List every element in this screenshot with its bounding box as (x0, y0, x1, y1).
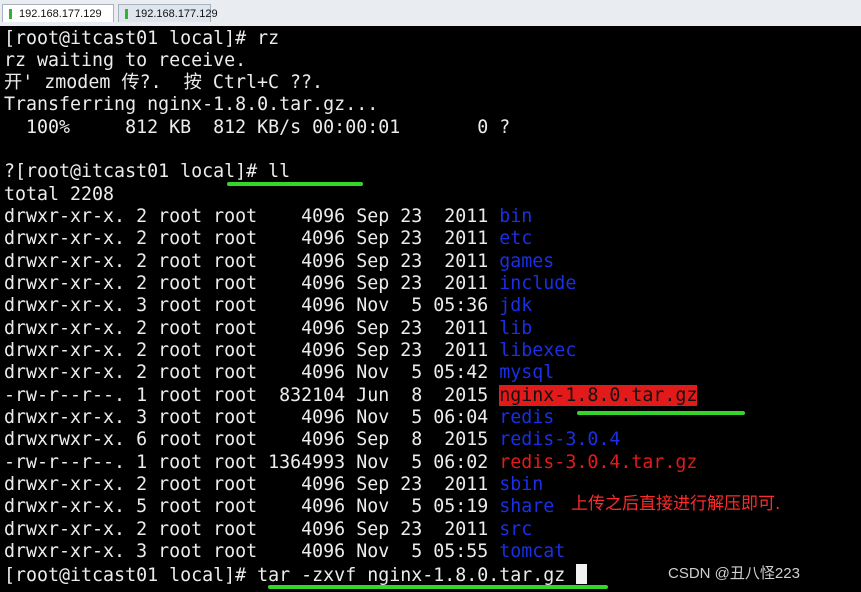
highlight-underline (577, 411, 745, 415)
listing-row: drwxr-xr-x. 2 root root 4096 Sep 23 2011… (4, 318, 532, 340)
highlight-underline (268, 585, 608, 589)
listing-meta: drwxr-xr-x. 2 root root 4096 Sep 23 2011 (4, 251, 500, 272)
listing-row: drwxr-xr-x. 5 root root 4096 Nov 5 05:19… (4, 496, 554, 518)
listing-filename: jdk (499, 295, 533, 316)
listing-row: drwxrwxr-x. 6 root root 4096 Sep 8 2015 … (4, 429, 620, 451)
terminal-line: total 2208 (4, 184, 115, 205)
listing-meta: drwxr-xr-x. 2 root root 4096 Sep 23 2011 (4, 228, 500, 249)
listing-row: -rw-r--r--. 1 root root 832104 Jun 8 201… (4, 385, 698, 407)
listing-row: drwxr-xr-x. 2 root root 4096 Sep 23 2011… (4, 228, 532, 250)
terminal-line: rz waiting to receive. (4, 50, 247, 71)
listing-filename: share (499, 496, 555, 517)
listing-row: drwxr-xr-x. 2 root root 4096 Sep 23 2011… (4, 474, 543, 496)
listing-filename: libexec (499, 340, 577, 361)
listing-row: drwxr-xr-x. 2 root root 4096 Sep 23 2011… (4, 340, 576, 362)
annotation-note: 上传之后直接进行解压即可. (571, 494, 781, 514)
command-prompt-line[interactable]: [root@itcast01 local]# tar -zxvf nginx-1… (4, 564, 588, 586)
listing-filename: redis (499, 407, 555, 428)
listing-row: drwxr-xr-x. 3 root root 4096 Nov 5 05:55… (4, 541, 565, 563)
listing-meta: drwxr-xr-x. 2 root root 4096 Sep 23 2011 (4, 273, 500, 294)
session-tab-bar: 192.168.177.129 (3) 192.168.177.129 (0, 0, 861, 38)
listing-filename: sbin (499, 474, 544, 495)
listing-filename: redis-3.0.4 (499, 429, 621, 450)
listing-row: drwxr-xr-x. 3 root root 4096 Nov 5 05:36… (4, 295, 532, 317)
listing-meta: drwxr-xr-x. 2 root root 4096 Sep 23 2011 (4, 340, 500, 361)
listing-row: drwxr-xr-x. 2 root root 4096 Sep 23 2011… (4, 519, 532, 541)
listing-filename: games (499, 251, 555, 272)
listing-meta: drwxr-xr-x. 5 root root 4096 Nov 5 05:19 (4, 496, 500, 517)
listing-meta: drwxr-xr-x. 2 root root 4096 Sep 23 2011 (4, 519, 500, 540)
listing-filename: etc (499, 228, 533, 249)
text-cursor (576, 564, 588, 584)
listing-filename: lib (499, 318, 533, 339)
listing-row: drwxr-xr-x. 2 root root 4096 Sep 23 2011… (4, 206, 532, 228)
listing-filename: include (499, 273, 577, 294)
listing-filename: redis-3.0.4.tar.gz (499, 452, 698, 473)
listing-meta: drwxr-xr-x. 3 root root 4096 Nov 5 05:55 (4, 541, 500, 562)
highlight-underline (227, 182, 363, 186)
terminal-line: ?[root@itcast01 local]# ll (4, 161, 291, 182)
listing-filename-highlighted: nginx-1.8.0.tar.gz (499, 385, 698, 406)
listing-filename: mysql (499, 362, 555, 383)
listing-meta: -rw-r--r--. 1 root root 1364993 Nov 5 06… (4, 452, 500, 473)
terminal-line: [root@itcast01 local]# rz (4, 28, 280, 49)
listing-filename: tomcat (499, 541, 566, 562)
listing-meta: drwxrwxr-x. 6 root root 4096 Sep 8 2015 (4, 429, 500, 450)
session-tab-label: 192.168.177.129 (135, 8, 218, 20)
listing-meta: drwxr-xr-x. 2 root root 4096 Sep 23 2011 (4, 206, 500, 227)
listing-row: drwxr-xr-x. 2 root root 4096 Nov 5 05:42… (4, 362, 554, 384)
listing-row: -rw-r--r--. 1 root root 1364993 Nov 5 06… (4, 452, 697, 474)
listing-meta: -rw-r--r--. 1 root root 832104 Jun 8 201… (4, 385, 500, 406)
listing-filename: src (499, 519, 533, 540)
listing-meta: drwxr-xr-x. 3 root root 4096 Nov 5 05:36 (4, 295, 500, 316)
watermark: CSDN @丑八怪223 (668, 565, 800, 582)
listing-meta: drwxr-xr-x. 2 root root 4096 Sep 23 2011 (4, 474, 500, 495)
terminal-line: Transferring nginx-1.8.0.tar.gz... (4, 94, 379, 115)
connected-indicator-icon (125, 9, 128, 19)
listing-row: drwxr-xr-x. 3 root root 4096 Nov 5 06:04… (4, 407, 554, 429)
connected-indicator-icon (9, 9, 12, 19)
listing-row: drwxr-xr-x. 2 root root 4096 Sep 23 2011… (4, 251, 554, 273)
terminal-line: 开' zmodem 传?. 按 Ctrl+C ??. (4, 72, 323, 93)
terminal-line: 100% 812 KB 812 KB/s 00:00:01 0 ? (4, 117, 511, 138)
listing-row: drwxr-xr-x. 2 root root 4096 Sep 23 2011… (4, 273, 576, 295)
session-tab[interactable]: 192.168.177.129 (118, 4, 218, 22)
session-tab-active[interactable]: 192.168.177.129 (3) (2, 4, 114, 38)
command-text: [root@itcast01 local]# tar -zxvf nginx-1… (4, 565, 577, 586)
listing-filename: bin (499, 206, 533, 227)
listing-meta: drwxr-xr-x. 2 root root 4096 Sep 23 2011 (4, 318, 500, 339)
listing-meta: drwxr-xr-x. 3 root root 4096 Nov 5 06:04 (4, 407, 500, 428)
listing-meta: drwxr-xr-x. 2 root root 4096 Nov 5 05:42 (4, 362, 500, 383)
